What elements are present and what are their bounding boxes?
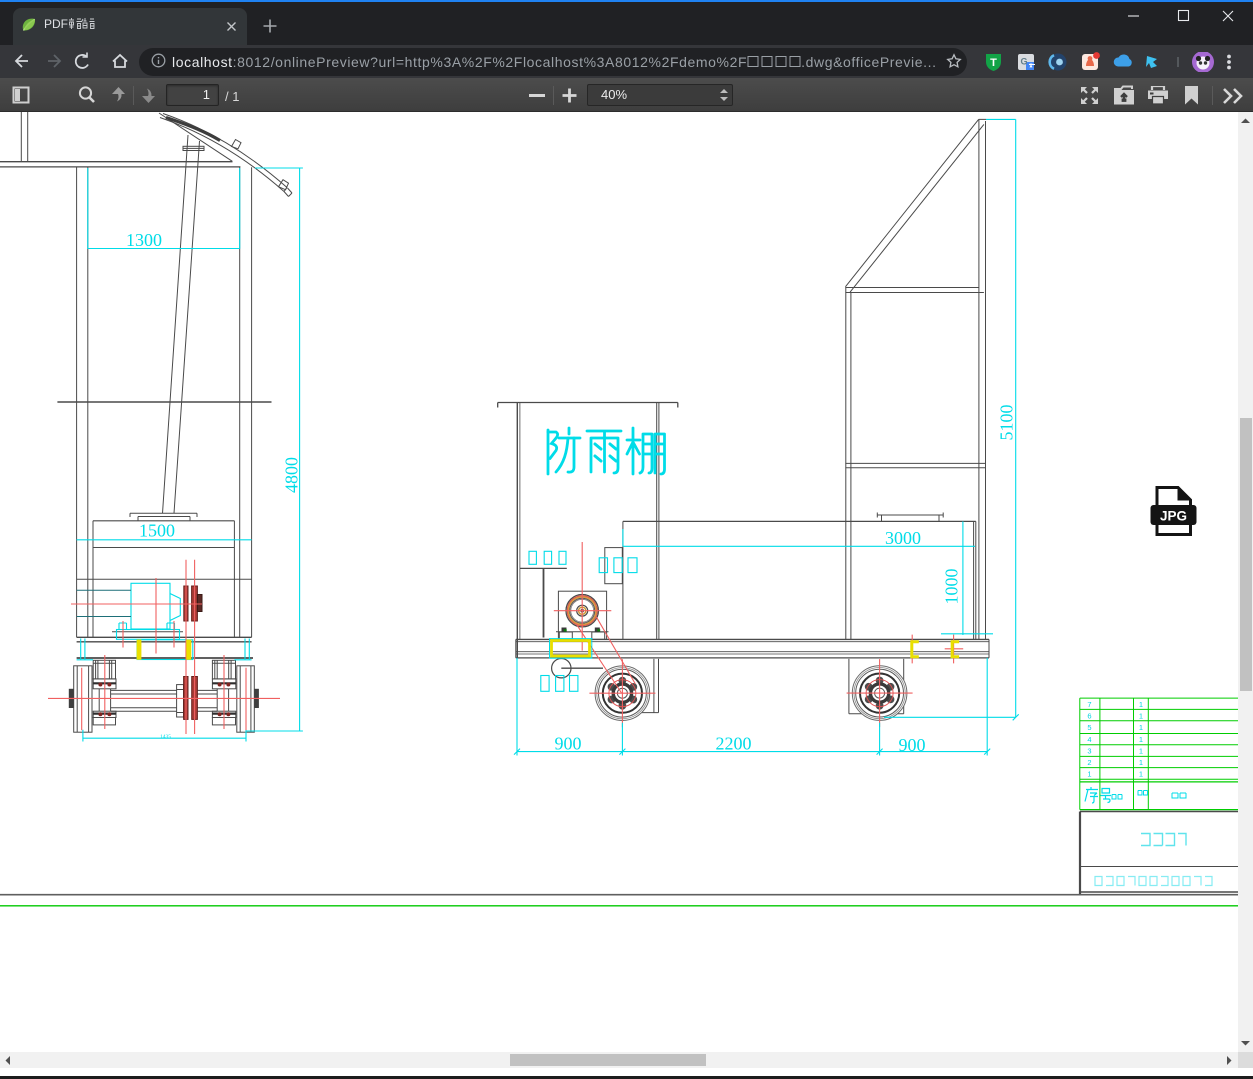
svg-text:T: T (990, 57, 997, 69)
svg-text:4: 4 (1087, 735, 1091, 744)
svg-text:1300: 1300 (126, 230, 162, 250)
svg-text:G: G (1020, 57, 1027, 67)
svg-text:1500: 1500 (139, 521, 175, 541)
svg-text:3000: 3000 (885, 528, 921, 548)
svg-text:1: 1 (1139, 758, 1143, 767)
svg-text:5: 5 (1087, 723, 1091, 732)
svg-text:1000: 1000 (942, 569, 962, 605)
svg-text:1: 1 (1139, 723, 1143, 732)
svg-text:3: 3 (1087, 747, 1091, 756)
svg-text:1: 1 (1139, 769, 1143, 778)
svg-text:2: 2 (1087, 758, 1091, 767)
svg-text:1: 1 (1139, 700, 1143, 709)
svg-text:7: 7 (1087, 700, 1091, 709)
svg-text:4800: 4800 (282, 457, 302, 493)
svg-text:1: 1 (1139, 735, 1143, 744)
svg-text:1: 1 (1087, 769, 1091, 778)
svg-text:900: 900 (555, 734, 582, 754)
svg-text:6: 6 (1087, 711, 1091, 720)
svg-text:900: 900 (899, 735, 926, 755)
svg-text:5100: 5100 (997, 405, 1017, 441)
svg-text:1435: 1435 (160, 734, 171, 740)
svg-text:2200: 2200 (716, 734, 752, 754)
svg-text:1: 1 (1139, 747, 1143, 756)
svg-text:JPG: JPG (1160, 509, 1187, 524)
svg-text:1: 1 (1139, 711, 1143, 720)
